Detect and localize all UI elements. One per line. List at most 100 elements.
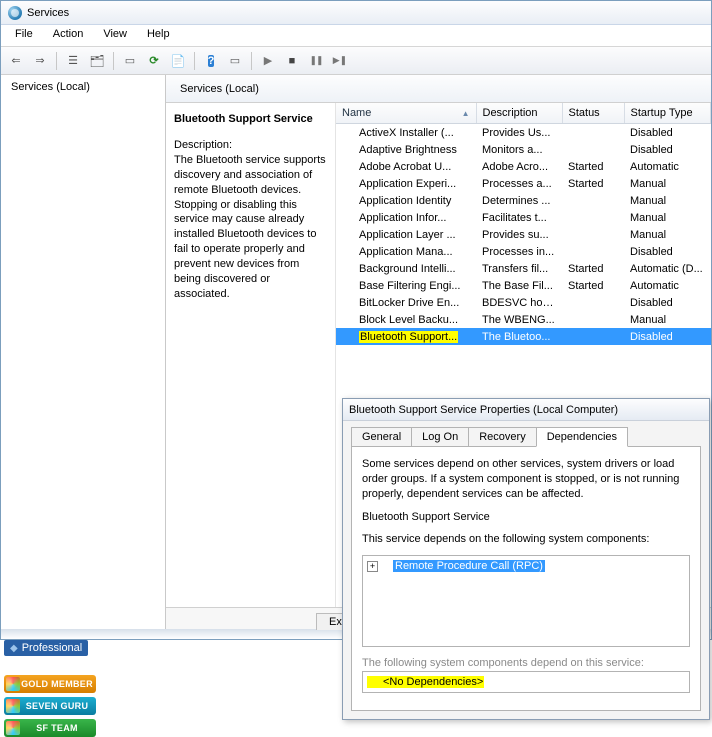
depends-on-label: This service depends on the following sy… <box>362 532 690 547</box>
service-startup-type: Automatic <box>624 277 711 294</box>
service-name: Block Level Backu... <box>359 314 458 326</box>
service-description: The Base Fil... <box>476 277 562 294</box>
table-row[interactable]: Bluetooth Support...The Bluetoo...Disabl… <box>336 328 711 345</box>
properties-button[interactable] <box>86 50 108 72</box>
properties-dialog: Bluetooth Support Service Properties (Lo… <box>342 398 710 720</box>
services-table: Name ▲ Description Status Startup Type Ac… <box>336 103 711 345</box>
gear-icon <box>342 313 355 326</box>
toolbar-separator <box>113 52 114 70</box>
service-startup-type: Manual <box>624 311 711 328</box>
service-description: The WBENG... <box>476 311 562 328</box>
service-startup-type: Manual <box>624 226 711 243</box>
tab-recovery[interactable]: Recovery <box>468 427 536 447</box>
no-dependencies-item: <No Dependencies> <box>367 676 484 688</box>
description-text: The Bluetooth service supports discovery… <box>174 153 327 301</box>
forward-button[interactable] <box>29 50 51 72</box>
service-startup-type: Disabled <box>624 243 711 260</box>
col-name[interactable]: Name ▲ <box>336 103 476 124</box>
tree-item-rpc[interactable]: + Remote Procedure Call (RPC) <box>367 560 685 572</box>
gear-icon <box>342 245 355 258</box>
service-name: Base Filtering Engi... <box>359 280 461 292</box>
service-description: The Bluetoo... <box>476 328 562 345</box>
service-name: Bluetooth Support... <box>359 331 458 343</box>
table-row[interactable]: Application IdentityDetermines ...Manual <box>336 192 711 209</box>
expand-icon[interactable]: + <box>367 561 378 572</box>
col-description[interactable]: Description <box>476 103 562 124</box>
gear-icon <box>342 126 355 139</box>
menu-action[interactable]: Action <box>43 25 94 46</box>
table-row[interactable]: Application Layer ...Provides su...Manua… <box>336 226 711 243</box>
menubar: File Action View Help <box>1 25 711 47</box>
show-hide-action-pane-button[interactable] <box>119 50 141 72</box>
service-status: Started <box>562 175 624 192</box>
forum-badges: GOLD MEMBER SEVEN GURU SF TEAM <box>4 675 96 737</box>
service-status: Started <box>562 158 624 175</box>
scope-node-services-local[interactable]: Services (Local) <box>3 79 163 95</box>
start-service-button[interactable] <box>257 50 279 72</box>
dependencies-intro: Some services depend on other services, … <box>362 457 690 502</box>
badge-sf-team: SF TEAM <box>4 719 96 737</box>
col-status[interactable]: Status <box>562 103 624 124</box>
gear-icon <box>342 330 355 343</box>
table-row[interactable]: Base Filtering Engi...The Base Fil...Sta… <box>336 277 711 294</box>
table-row[interactable]: Adaptive BrightnessMonitors a...Disabled <box>336 141 711 158</box>
gear-icon <box>342 143 355 156</box>
properties-titlebar[interactable]: Bluetooth Support Service Properties (Lo… <box>343 399 709 421</box>
toolbar <box>1 47 711 75</box>
tab-log-on[interactable]: Log On <box>411 427 469 447</box>
service-startup-type: Manual <box>624 209 711 226</box>
service-name: Application Infor... <box>359 212 446 224</box>
dependencies-panel: Some services depend on other services, … <box>351 446 701 711</box>
sort-asc-icon: ▲ <box>462 109 470 118</box>
service-startup-type: Manual <box>624 192 711 209</box>
gear-icon <box>368 677 379 688</box>
table-row[interactable]: BitLocker Drive En...BDESVC hos...Disabl… <box>336 294 711 311</box>
refresh-button[interactable] <box>143 50 165 72</box>
back-button[interactable] <box>5 50 27 72</box>
tab-dependencies[interactable]: Dependencies <box>536 427 628 447</box>
service-startup-type: Disabled <box>624 294 711 311</box>
depends-on-tree[interactable]: + Remote Procedure Call (RPC) <box>362 555 690 647</box>
table-row[interactable]: Adobe Acrobat U...Adobe Acro...StartedAu… <box>336 158 711 175</box>
col-startup-type[interactable]: Startup Type <box>624 103 711 124</box>
gear-icon <box>342 160 355 173</box>
service-name: BitLocker Drive En... <box>359 297 459 309</box>
table-row[interactable]: Background Intelli...Transfers fil...Sta… <box>336 260 711 277</box>
table-row[interactable]: Application Experi...Processes a...Start… <box>336 175 711 192</box>
service-description: Transfers fil... <box>476 260 562 277</box>
results-heading: Services (Local) <box>180 83 259 95</box>
menu-help[interactable]: Help <box>137 25 180 46</box>
mvp-text: Professional <box>22 642 83 654</box>
properties-button-2[interactable] <box>224 50 246 72</box>
titlebar[interactable]: Services <box>1 1 711 25</box>
col-name-label: Name <box>342 107 371 119</box>
menu-file[interactable]: File <box>5 25 43 46</box>
tab-general[interactable]: General <box>351 427 412 447</box>
table-row[interactable]: Application Infor...Facilitates t...Manu… <box>336 209 711 226</box>
toolbar-separator <box>56 52 57 70</box>
restart-service-button[interactable] <box>329 50 351 72</box>
service-status <box>562 192 624 209</box>
toolbar-separator <box>251 52 252 70</box>
description-panel: Bluetooth Support Service Description: T… <box>166 103 336 607</box>
service-name: ActiveX Installer (... <box>359 127 454 139</box>
service-status <box>562 243 624 260</box>
service-name: Background Intelli... <box>359 263 456 275</box>
table-row[interactable]: Block Level Backu... The WBENG... Manual <box>336 311 711 328</box>
dependents-tree[interactable]: <No Dependencies> <box>362 671 690 693</box>
stop-service-button[interactable] <box>281 50 303 72</box>
export-list-button[interactable] <box>167 50 189 72</box>
menu-view[interactable]: View <box>93 25 137 46</box>
no-dependencies-label: <No Dependencies> <box>383 676 483 688</box>
dependencies-service-name: Bluetooth Support Service <box>362 510 690 525</box>
dependents-label: The following system components depend o… <box>362 657 690 669</box>
service-description: Adobe Acro... <box>476 158 562 175</box>
table-row[interactable]: Application Mana...Processes in...Disabl… <box>336 243 711 260</box>
service-description: Provides Us... <box>476 124 562 142</box>
show-hide-console-tree-button[interactable] <box>62 50 84 72</box>
pause-service-button[interactable] <box>305 50 327 72</box>
table-row[interactable]: ActiveX Installer (...Provides Us...Disa… <box>336 124 711 142</box>
service-status <box>562 141 624 158</box>
mvp-badge-fragment: Professional <box>4 640 88 656</box>
help-button[interactable] <box>200 50 222 72</box>
